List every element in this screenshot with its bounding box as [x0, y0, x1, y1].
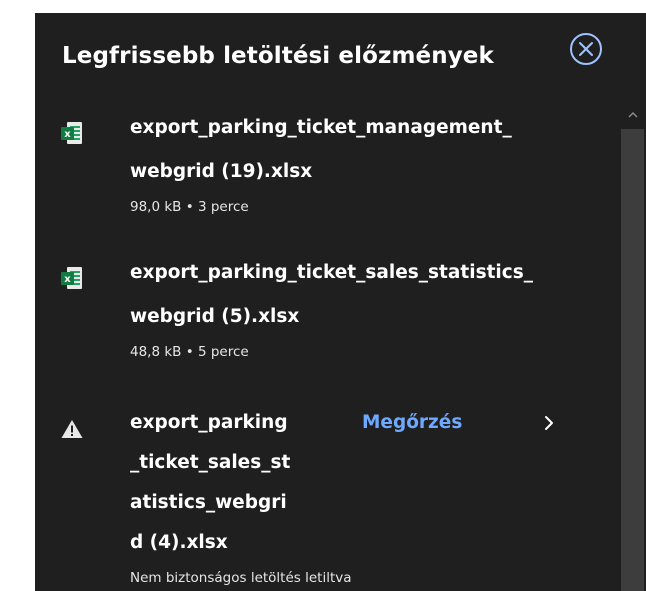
file-name-line: atistics_webgri: [130, 492, 287, 513]
chevron-right-icon[interactable]: [541, 415, 557, 431]
excel-file-icon: x: [61, 122, 82, 144]
file-name-line: _ticket_sales_st: [130, 452, 291, 473]
warning-icon: [61, 420, 83, 438]
file-name-line: export_parking_ticket_sales_statistics_: [130, 262, 533, 283]
downloads-panel: Legfrissebb letöltési előzmények x expor…: [35, 13, 646, 591]
svg-text:x: x: [64, 129, 71, 140]
file-name-line: export_parking: [130, 412, 288, 433]
close-circle-icon: [570, 33, 602, 65]
file-name-line: webgrid (19).xlsx: [130, 161, 313, 182]
panel-title: Legfrissebb letöltési előzmények: [62, 43, 494, 69]
download-item-2[interactable]: x export_parking_ticket_sales_statistics…: [35, 256, 619, 386]
file-meta: 98,0 kB • 3 perce: [130, 199, 249, 215]
scrollbar[interactable]: [619, 95, 646, 591]
keep-button[interactable]: Megőrzés: [362, 406, 462, 440]
excel-file-icon: x: [61, 267, 82, 289]
file-name-line: webgrid (5).xlsx: [130, 306, 300, 327]
file-meta: Nem biztonságos letöltés letiltva: [130, 570, 352, 586]
download-item-1[interactable]: x export_parking_ticket_management_ webg…: [35, 111, 619, 241]
file-meta: 48,8 kB • 5 perce: [130, 344, 249, 360]
file-name-line: export_parking_ticket_management_: [130, 117, 512, 138]
download-item-3[interactable]: export_parking _ticket_sales_st atistics…: [35, 406, 619, 591]
scroll-thumb[interactable]: [621, 129, 644, 591]
close-button[interactable]: [568, 31, 604, 67]
svg-text:x: x: [64, 274, 71, 285]
scroll-up-arrow-icon[interactable]: [627, 109, 639, 121]
file-name-line: d (4).xlsx: [130, 532, 228, 553]
